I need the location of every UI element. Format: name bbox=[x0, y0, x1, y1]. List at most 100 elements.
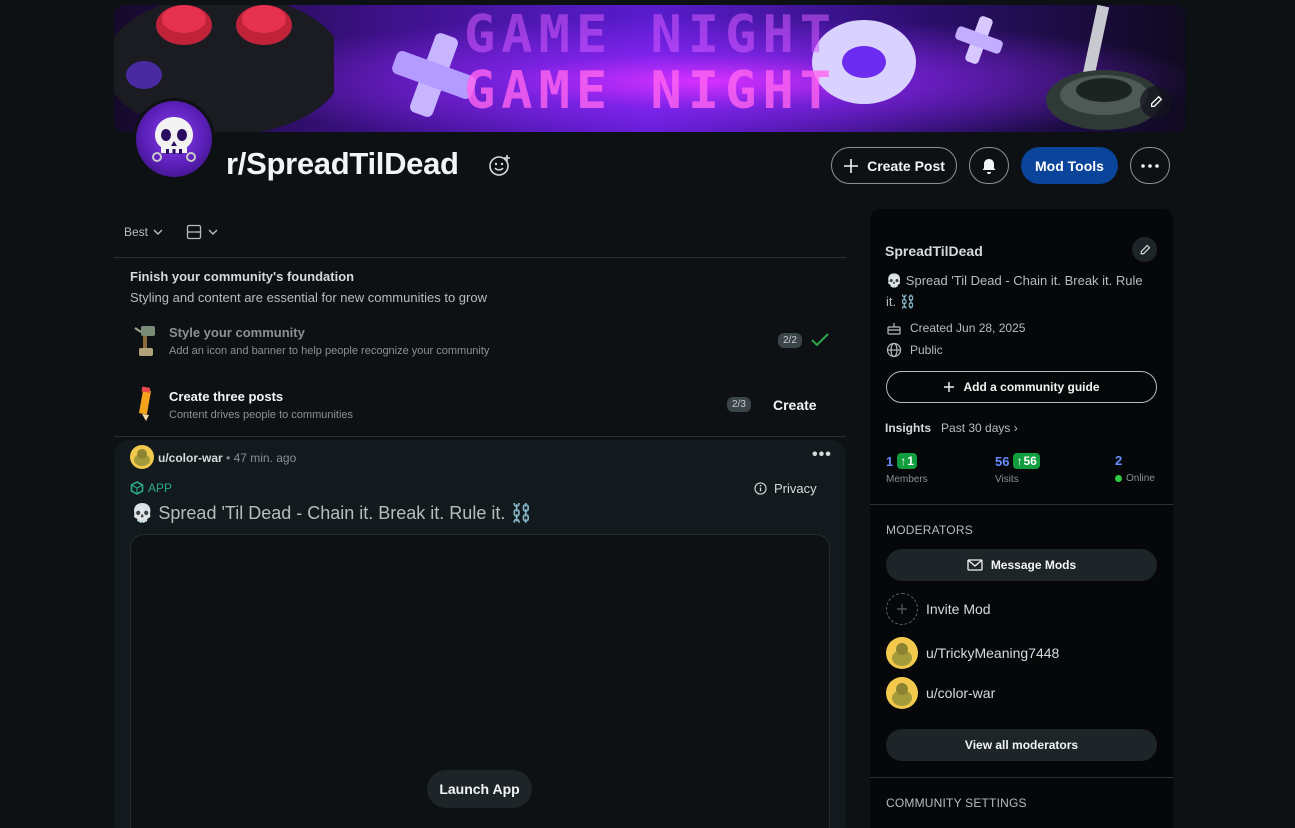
post-author-link[interactable]: u/color-war bbox=[158, 451, 223, 465]
ellipsis-icon bbox=[1141, 163, 1159, 168]
insights-row[interactable]: Insights Past 30 days › bbox=[885, 421, 1018, 435]
info-icon bbox=[754, 482, 767, 495]
created-date: Created Jun 28, 2025 bbox=[910, 321, 1026, 335]
add-guide-label: Add a community guide bbox=[963, 380, 1100, 394]
moderator-avatar bbox=[886, 637, 918, 669]
task-title-style: Style your community bbox=[169, 325, 305, 340]
online-dot-icon bbox=[1115, 475, 1122, 482]
plus-icon bbox=[886, 593, 918, 625]
online-value: 2 bbox=[1115, 453, 1123, 468]
moderator-name: u/color-war bbox=[926, 685, 996, 701]
sort-label: Best bbox=[124, 225, 149, 239]
create-post-label: Create Post bbox=[867, 157, 945, 174]
feed-divider bbox=[114, 436, 846, 437]
moderator-name: u/TrickyMeaning7448 bbox=[926, 645, 1060, 661]
insights-period: Past 30 days › bbox=[941, 421, 1018, 435]
view-mode-dropdown[interactable] bbox=[186, 224, 218, 240]
pencil-icon bbox=[1140, 244, 1150, 254]
visits-delta: ↑ 56 bbox=[1013, 453, 1040, 469]
smiley-plus-icon bbox=[489, 155, 510, 176]
checkmark-icon bbox=[811, 333, 829, 347]
chevron-down-icon bbox=[208, 229, 218, 235]
visibility-label: Public bbox=[910, 343, 943, 357]
community-settings-heading: COMMUNITY SETTINGS bbox=[886, 796, 1027, 810]
post-time: • 47 min. ago bbox=[226, 451, 297, 465]
layout-icon bbox=[186, 224, 202, 240]
skull-icon bbox=[152, 117, 196, 162]
banner-text-line1: GAME NIGHT bbox=[464, 5, 838, 65]
privacy-button[interactable]: Privacy bbox=[754, 481, 817, 496]
task-create-posts[interactable] bbox=[134, 386, 156, 427]
privacy-label: Privacy bbox=[774, 481, 817, 496]
app-tag-label: APP bbox=[148, 481, 173, 495]
stat-online: 2 Online bbox=[1115, 453, 1155, 484]
stat-visits: 56 ↑ 56 Visits bbox=[995, 453, 1040, 485]
sidebar-community-name: SpreadTilDead bbox=[885, 243, 983, 259]
task-progress-badge: 2/2 bbox=[778, 333, 802, 348]
edit-banner-button[interactable] bbox=[1140, 86, 1172, 118]
task-style-community[interactable] bbox=[131, 322, 159, 361]
bell-icon bbox=[982, 158, 996, 174]
globe-icon bbox=[886, 342, 902, 358]
post-more-button[interactable]: ••• bbox=[812, 446, 832, 464]
task-title-posts: Create three posts bbox=[169, 389, 284, 404]
snoo-avatar-icon bbox=[134, 449, 150, 466]
edit-community-button[interactable] bbox=[1132, 237, 1157, 262]
create-post-button[interactable]: Create Post bbox=[831, 147, 957, 184]
online-label: Online bbox=[1126, 473, 1155, 484]
community-banner: GAME NIGHT GAME NIGHT bbox=[114, 5, 1186, 132]
chevron-down-icon bbox=[153, 229, 163, 235]
task-subtitle-style: Add an icon and banner to help people re… bbox=[169, 345, 490, 357]
mail-icon bbox=[967, 559, 983, 571]
notifications-button[interactable] bbox=[969, 147, 1009, 184]
feed-divider bbox=[114, 257, 846, 258]
members-value: 1 bbox=[886, 453, 894, 469]
add-community-guide-button[interactable]: Add a community guide bbox=[886, 371, 1157, 403]
invite-mod-label: Invite Mod bbox=[926, 601, 991, 617]
sidebar-description: 💀 Spread 'Til Dead - Chain it. Break it.… bbox=[886, 273, 1143, 309]
create-task-button[interactable]: Create bbox=[773, 397, 817, 413]
task-subtitle-posts: Content drives people to communities bbox=[169, 409, 354, 421]
post-title[interactable]: 💀 Spread 'Til Dead - Chain it. Break it.… bbox=[131, 503, 533, 524]
community-avatar[interactable] bbox=[133, 98, 215, 180]
sort-dropdown[interactable]: Best bbox=[124, 225, 163, 239]
invite-mod-button[interactable]: Invite Mod bbox=[886, 593, 991, 625]
add-emoji-button[interactable] bbox=[488, 153, 512, 177]
created-date-row: Created Jun 28, 2025 bbox=[886, 320, 1025, 336]
sidebar-divider bbox=[870, 504, 1173, 505]
message-mods-button[interactable]: Message Mods bbox=[886, 549, 1157, 581]
launch-app-button[interactable]: Launch App bbox=[427, 770, 532, 808]
moderators-heading: MODERATORS bbox=[886, 523, 973, 537]
moderator-avatar bbox=[886, 677, 918, 709]
plus-icon bbox=[844, 158, 859, 173]
mod-tools-button[interactable]: Mod Tools bbox=[1021, 147, 1118, 184]
paint-roller-icon bbox=[134, 326, 155, 356]
message-mods-label: Message Mods bbox=[990, 558, 1077, 572]
task-progress-badge: 2/3 bbox=[727, 397, 751, 412]
moderator-item[interactable]: u/TrickyMeaning7448 bbox=[886, 637, 1059, 669]
visibility-row: Public bbox=[886, 342, 943, 358]
insights-label: Insights bbox=[885, 421, 932, 435]
community-title: r/SpreadTilDead bbox=[226, 146, 459, 181]
view-all-moderators-button[interactable]: View all moderators bbox=[886, 729, 1157, 761]
stat-members: 1 ↑ 1 Members bbox=[886, 453, 928, 485]
members-label: Members bbox=[886, 474, 928, 485]
visits-value: 56 bbox=[995, 453, 1010, 469]
post-meta: u/color-war • 47 min. ago bbox=[158, 451, 296, 465]
more-options-button[interactable] bbox=[1130, 147, 1170, 184]
visits-label: Visits bbox=[995, 474, 1019, 485]
small-x-art bbox=[955, 16, 1003, 64]
sidebar-divider bbox=[870, 777, 1173, 778]
plus-icon bbox=[944, 382, 955, 392]
cake-icon bbox=[887, 323, 901, 335]
pencil-art-icon bbox=[138, 386, 152, 421]
foundation-title: Finish your community's foundation bbox=[130, 269, 355, 284]
members-delta: ↑ 1 bbox=[897, 453, 917, 469]
moderator-item[interactable]: u/color-war bbox=[886, 677, 995, 709]
foundation-subtitle: Styling and content are essential for ne… bbox=[130, 290, 487, 305]
author-avatar[interactable] bbox=[130, 445, 154, 469]
pencil-icon bbox=[1150, 95, 1163, 108]
banner-text-line2: GAME NIGHT bbox=[464, 61, 838, 121]
app-tag: APP bbox=[130, 481, 172, 495]
banner-text: GAME NIGHT GAME NIGHT bbox=[464, 7, 837, 119]
